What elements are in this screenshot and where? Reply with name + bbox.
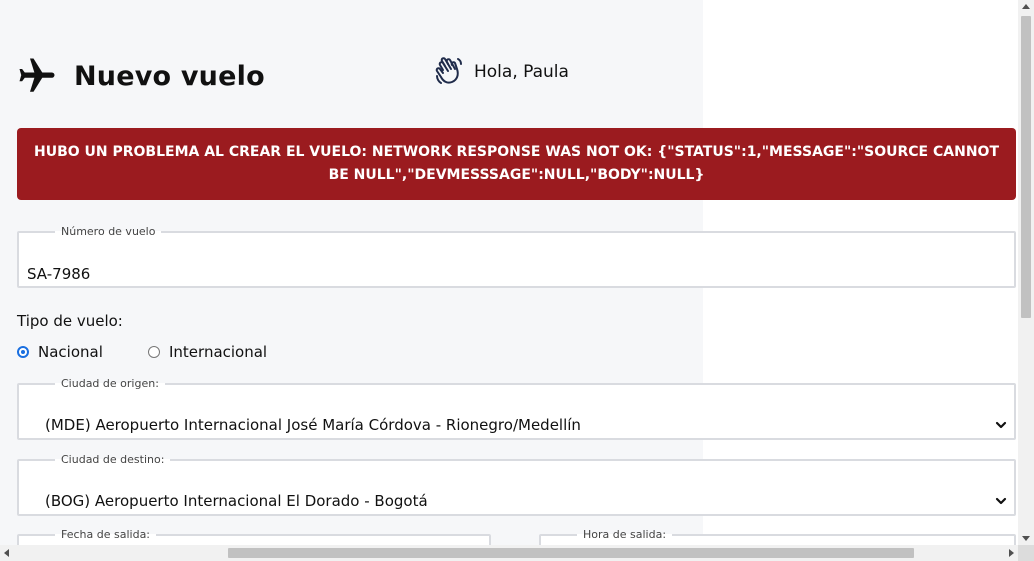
departure-date-label: Fecha de salida: bbox=[61, 528, 151, 541]
new-flight-page: Nuevo vuelo Hola, Paula Hubo un problema… bbox=[0, 0, 1018, 545]
flight-number-field[interactable]: Número de vuelo SA-7986 bbox=[17, 225, 1016, 288]
flight-type-label: Tipo de vuelo: bbox=[17, 312, 123, 330]
radio-nacional-label[interactable]: Nacional bbox=[38, 343, 103, 361]
radio-internacional-label[interactable]: Internacional bbox=[169, 343, 267, 361]
radio-nacional[interactable]: Nacional bbox=[17, 343, 103, 361]
vertical-scroll-thumb[interactable] bbox=[1021, 16, 1031, 318]
waving-hand-icon bbox=[435, 57, 462, 84]
error-message: Hubo un problema al crear el vuelo: Netw… bbox=[33, 144, 999, 183]
radio-button-checked[interactable] bbox=[17, 346, 29, 358]
flight-number-label: Número de vuelo bbox=[61, 225, 156, 238]
horizontal-scroll-thumb[interactable] bbox=[228, 548, 914, 558]
page-header: Nuevo vuelo bbox=[16, 52, 265, 100]
destination-city-value[interactable]: (BOG) Aeropuerto Internacional El Dorado… bbox=[45, 492, 428, 510]
user-greeting: Hola, Paula bbox=[434, 56, 569, 88]
radio-internacional[interactable]: Internacional bbox=[148, 343, 267, 361]
departure-time-field[interactable]: Hora de salida: bbox=[539, 528, 1016, 545]
destination-city-label: Ciudad de destino: bbox=[61, 453, 165, 466]
airplane-icon bbox=[19, 58, 55, 92]
chevron-down-icon[interactable] bbox=[994, 418, 1008, 432]
scroll-right-arrow-icon[interactable] bbox=[1009, 549, 1014, 557]
horizontal-scrollbar[interactable] bbox=[0, 545, 1018, 561]
vertical-scrollbar[interactable] bbox=[1018, 0, 1034, 545]
departure-time-label: Hora de salida: bbox=[583, 528, 667, 541]
flight-number-input[interactable]: SA-7986 bbox=[27, 265, 90, 283]
scroll-down-arrow-icon[interactable] bbox=[1022, 536, 1030, 541]
origin-city-label: Ciudad de origen: bbox=[61, 377, 159, 390]
scrollbar-corner bbox=[1018, 545, 1034, 561]
scroll-left-arrow-icon[interactable] bbox=[4, 549, 9, 557]
greeting-text: Hola, Paula bbox=[474, 62, 569, 82]
radio-button-unchecked[interactable] bbox=[148, 346, 160, 358]
chevron-down-icon[interactable] bbox=[994, 494, 1008, 508]
origin-city-value[interactable]: (MDE) Aeropuerto Internacional José Marí… bbox=[45, 416, 581, 434]
error-alert: Hubo un problema al crear el vuelo: Netw… bbox=[17, 128, 1016, 200]
origin-city-select[interactable]: Ciudad de origen: (MDE) Aeropuerto Inter… bbox=[17, 377, 1016, 440]
page-title: Nuevo vuelo bbox=[74, 60, 265, 92]
destination-city-select[interactable]: Ciudad de destino: (BOG) Aeropuerto Inte… bbox=[17, 453, 1016, 516]
scroll-up-arrow-icon[interactable] bbox=[1022, 4, 1030, 9]
departure-date-field[interactable]: Fecha de salida: bbox=[17, 528, 491, 545]
